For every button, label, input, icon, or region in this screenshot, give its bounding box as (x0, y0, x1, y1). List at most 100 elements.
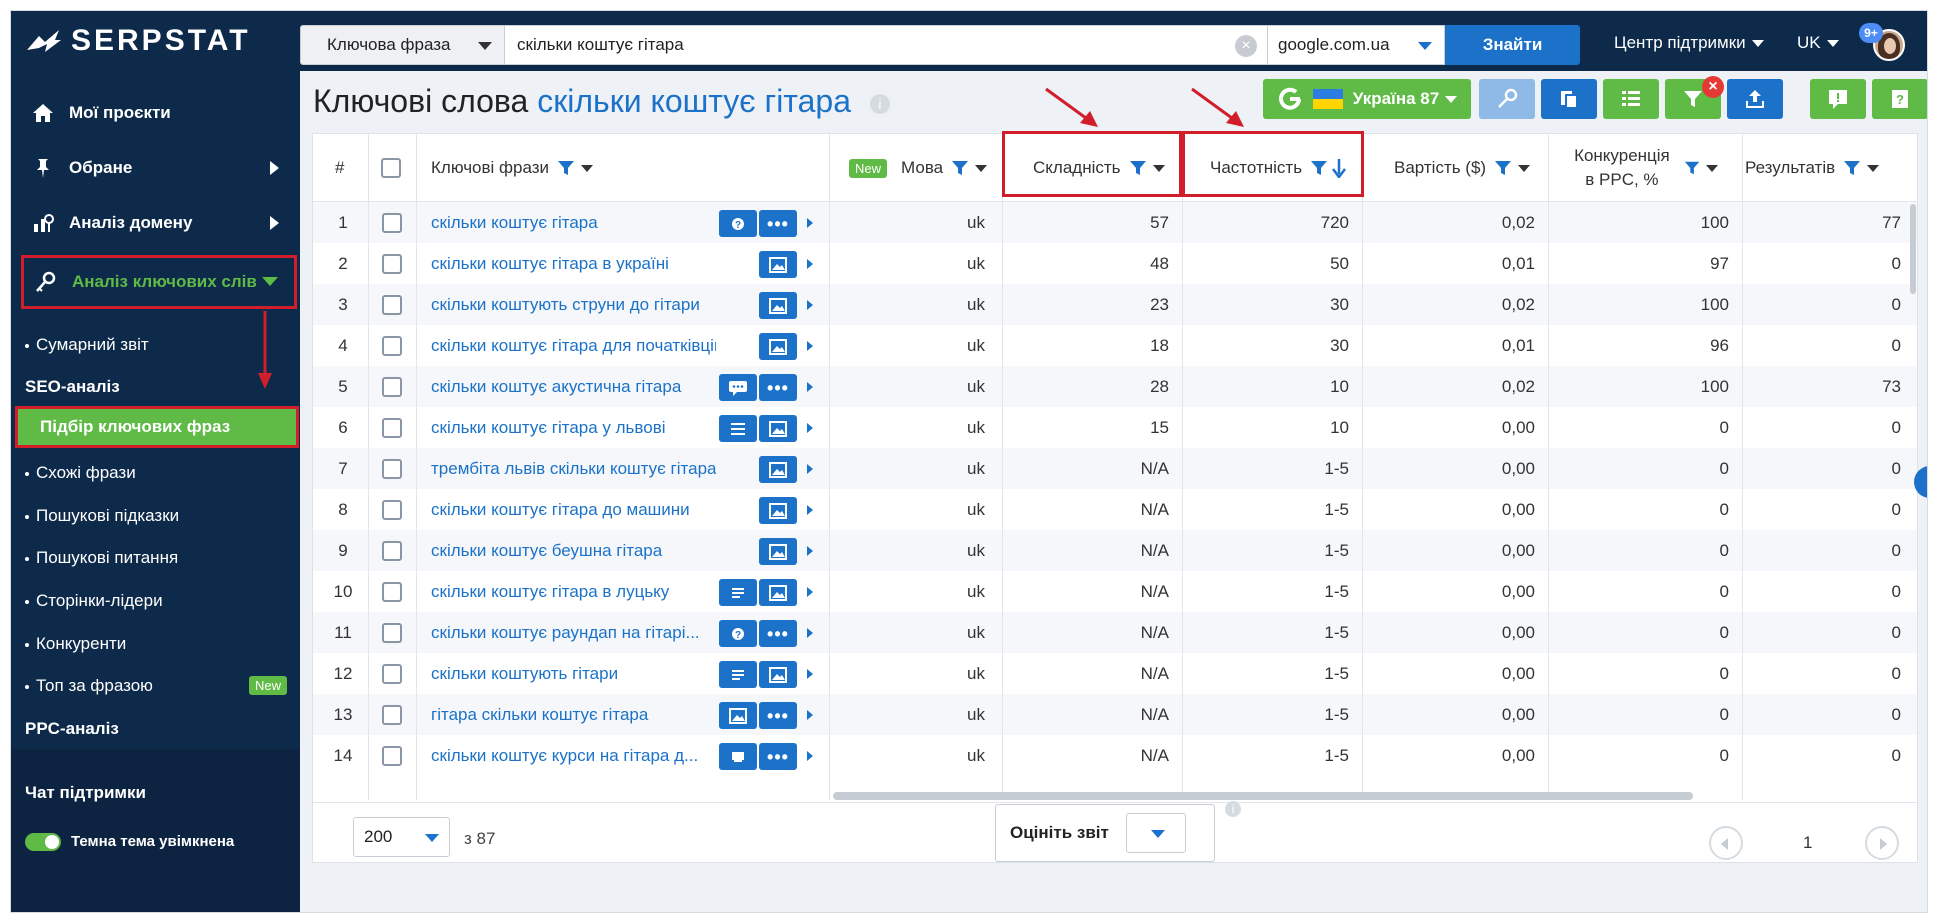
sidebar-item-similar-phrases[interactable]: Схожі фрази (25, 463, 136, 483)
sidebar-section-ppc[interactable]: PPC-аналіз (25, 719, 119, 739)
keyword-link[interactable]: скільки коштує курси на гітара д... (431, 735, 716, 776)
row-checkbox[interactable] (382, 745, 402, 766)
language-menu[interactable]: UK (1797, 33, 1839, 53)
expand-row-icon[interactable] (807, 546, 813, 556)
row-checkbox[interactable] (382, 499, 402, 520)
row-checkbox[interactable] (382, 704, 402, 725)
row-checkbox[interactable] (382, 253, 402, 274)
expand-row-icon[interactable] (807, 751, 813, 761)
row-checkbox[interactable] (382, 335, 402, 356)
more-icon[interactable]: ••• (759, 743, 797, 770)
per-page-select[interactable]: 200 (353, 817, 450, 857)
help-button[interactable]: ? (1872, 79, 1927, 119)
serp-image-icon[interactable] (759, 538, 797, 565)
sidebar-item-domain-analysis[interactable]: Аналіз домену (21, 199, 297, 247)
clear-icon[interactable]: × (1235, 35, 1257, 57)
select-all-checkbox[interactable] (381, 158, 401, 178)
find-button[interactable]: Знайти (1445, 25, 1580, 65)
info-icon[interactable]: i (869, 93, 890, 114)
more-icon[interactable]: ••• (759, 702, 797, 729)
keyword-link[interactable]: скільки коштує гітара у львові (431, 407, 716, 448)
more-icon[interactable]: ••• (759, 620, 797, 647)
vertical-scrollbar[interactable] (1910, 204, 1916, 294)
keyword-link[interactable]: скільки коштує гітара (431, 202, 716, 243)
serp-image-icon[interactable] (759, 579, 797, 606)
serp-image-icon[interactable] (719, 702, 757, 729)
keyword-link[interactable]: скільки коштують струни до гітари (431, 284, 716, 325)
row-checkbox[interactable] (382, 458, 402, 479)
keyword-link[interactable]: скільки коштує акустична гітара (431, 366, 716, 407)
row-checkbox[interactable] (382, 417, 402, 438)
expand-row-icon[interactable] (807, 382, 813, 392)
chat-icon[interactable] (719, 374, 757, 401)
notification-badge[interactable]: 9+ (1859, 23, 1883, 43)
expand-row-icon[interactable] (807, 669, 813, 679)
support-chat-link[interactable]: Чат підтримки (25, 783, 146, 803)
sidebar-item-keyword-selection[interactable]: Підбір ключових фраз (15, 406, 299, 448)
next-page-button[interactable] (1865, 826, 1899, 860)
prev-page-button[interactable] (1709, 826, 1743, 860)
expand-row-icon[interactable] (807, 505, 813, 515)
database-select[interactable]: google.com.ua (1267, 25, 1445, 65)
clear-filter-icon[interactable]: × (1702, 76, 1724, 98)
row-checkbox[interactable] (382, 540, 402, 561)
filter-icon[interactable] (557, 159, 575, 177)
feedback-button[interactable] (1810, 79, 1866, 119)
text-doc-icon[interactable] (719, 579, 757, 606)
column-header-cost[interactable]: Вартість ($) (1394, 134, 1531, 202)
serp-image-icon[interactable] (759, 292, 797, 319)
expand-row-icon[interactable] (807, 259, 813, 269)
columns-button[interactable] (1603, 79, 1659, 119)
horizontal-scrollbar[interactable] (833, 792, 1693, 800)
question-icon[interactable]: ? (719, 210, 757, 237)
sidebar-item-projects[interactable]: Мої проєкти (21, 89, 297, 137)
sort-chevron-icon[interactable] (1867, 164, 1880, 172)
region-select[interactable]: Україна 87 (1263, 79, 1471, 119)
filter-icon[interactable] (1494, 159, 1512, 177)
keyword-link[interactable]: скільки коштує раундап на гітарі... (431, 612, 716, 653)
sidebar-item-competitors[interactable]: Конкуренти (25, 634, 126, 654)
filter-icon[interactable] (1843, 159, 1861, 177)
row-checkbox[interactable] (382, 212, 402, 233)
keyword-link[interactable]: скільки коштує беушна гітара (431, 530, 716, 571)
keyword-link[interactable]: трембіта львів скільки коштує гітара (431, 448, 716, 489)
sort-chevron-icon[interactable] (1518, 164, 1531, 172)
sidebar-item-summary[interactable]: Сумарний звіт (25, 335, 149, 355)
column-header-lang[interactable]: New Мова (849, 134, 988, 202)
expand-row-icon[interactable] (807, 218, 813, 228)
more-icon[interactable]: ••• (759, 374, 797, 401)
keyword-link[interactable]: гітара скільки коштує гітара (431, 694, 716, 735)
row-checkbox[interactable] (382, 294, 402, 315)
sort-chevron-icon[interactable] (975, 164, 988, 172)
filter-icon[interactable] (951, 159, 969, 177)
text-doc-icon[interactable] (719, 661, 757, 688)
keyword-link[interactable]: скільки коштує гітара до машини (431, 489, 716, 530)
sidebar-item-top-by-phrase[interactable]: Топ за фразою New (25, 676, 287, 696)
support-center-menu[interactable]: Центр підтримки (1614, 33, 1764, 53)
copy-button[interactable] (1541, 79, 1597, 119)
sort-chevron-icon[interactable] (581, 164, 594, 172)
expand-row-icon[interactable] (807, 300, 813, 310)
sidebar-item-favorites[interactable]: Обране (21, 144, 297, 192)
expand-row-icon[interactable] (807, 710, 813, 720)
search-type-select[interactable]: Ключова фраза (300, 25, 505, 65)
sidebar-item-keyword-analysis[interactable]: Аналіз ключових слів (21, 255, 297, 309)
more-icon[interactable]: ••• (759, 210, 797, 237)
keyword-link[interactable]: скільки коштує гітара в україні (431, 243, 716, 284)
row-checkbox[interactable] (382, 581, 402, 602)
row-checkbox[interactable] (382, 663, 402, 684)
serp-image-icon[interactable] (759, 456, 797, 483)
ad-icon[interactable] (719, 743, 757, 770)
expand-row-icon[interactable] (807, 587, 813, 597)
serp-image-icon[interactable] (759, 333, 797, 360)
expand-row-icon[interactable] (807, 628, 813, 638)
expand-row-icon[interactable] (807, 341, 813, 351)
expand-row-icon[interactable] (807, 464, 813, 474)
expand-row-icon[interactable] (807, 423, 813, 433)
list-icon[interactable] (719, 415, 757, 442)
keyword-link[interactable]: скільки коштують гітари (431, 653, 716, 694)
row-checkbox[interactable] (382, 622, 402, 643)
column-header-results[interactable]: Результатів (1745, 134, 1880, 202)
export-button[interactable] (1727, 79, 1783, 119)
serp-image-icon[interactable] (759, 497, 797, 524)
